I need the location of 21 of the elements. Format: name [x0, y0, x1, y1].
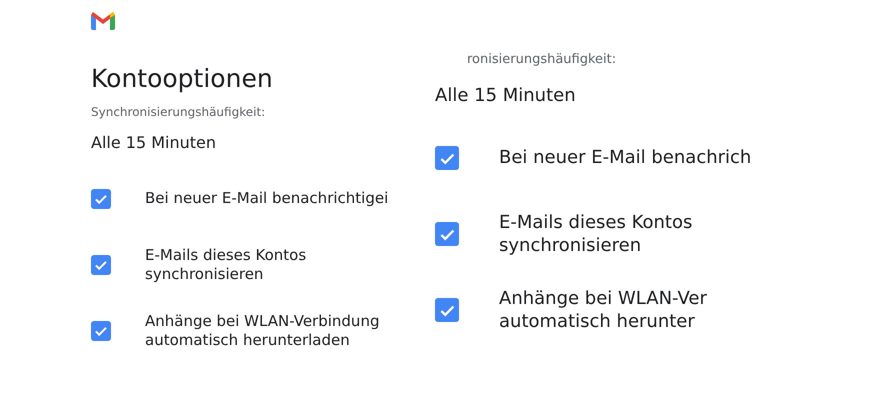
- setting-label: ronisierungshäufigkeit:: [467, 52, 618, 67]
- mail-logo-icon: [91, 12, 115, 30]
- checkbox[interactable]: [435, 298, 459, 322]
- setting-label: Synchronisierungshäufigkeit:: [91, 105, 266, 119]
- checkbox[interactable]: [91, 255, 111, 275]
- setting-value[interactable]: Alle 15 Minuten: [91, 133, 421, 152]
- option-label: Bei neuer E-Mail benachrich: [499, 146, 752, 170]
- setting-value[interactable]: Alle 15 Minuten: [435, 85, 753, 106]
- checkbox[interactable]: [91, 321, 111, 341]
- checkbox[interactable]: [435, 146, 459, 170]
- checkbox[interactable]: [435, 222, 459, 246]
- check-icon: [94, 324, 108, 338]
- check-icon: [94, 258, 108, 272]
- option-label: Anhänge bei WLAN-Verbindung automatisch herunterladen: [145, 312, 380, 350]
- option-label: E-Mails dieses Kontos synchronisieren: [499, 210, 694, 258]
- option-label: Bei neuer E-Mail benachrichtigei: [145, 189, 388, 209]
- option-label: Anhänge bei WLAN-Ver automatisch herunter: [499, 286, 708, 334]
- check-icon: [94, 192, 108, 206]
- section-title: Kontooptionen: [91, 64, 274, 93]
- checkbox[interactable]: [91, 189, 111, 209]
- option-label: E-Mails dieses Kontos synchronisieren: [145, 246, 308, 284]
